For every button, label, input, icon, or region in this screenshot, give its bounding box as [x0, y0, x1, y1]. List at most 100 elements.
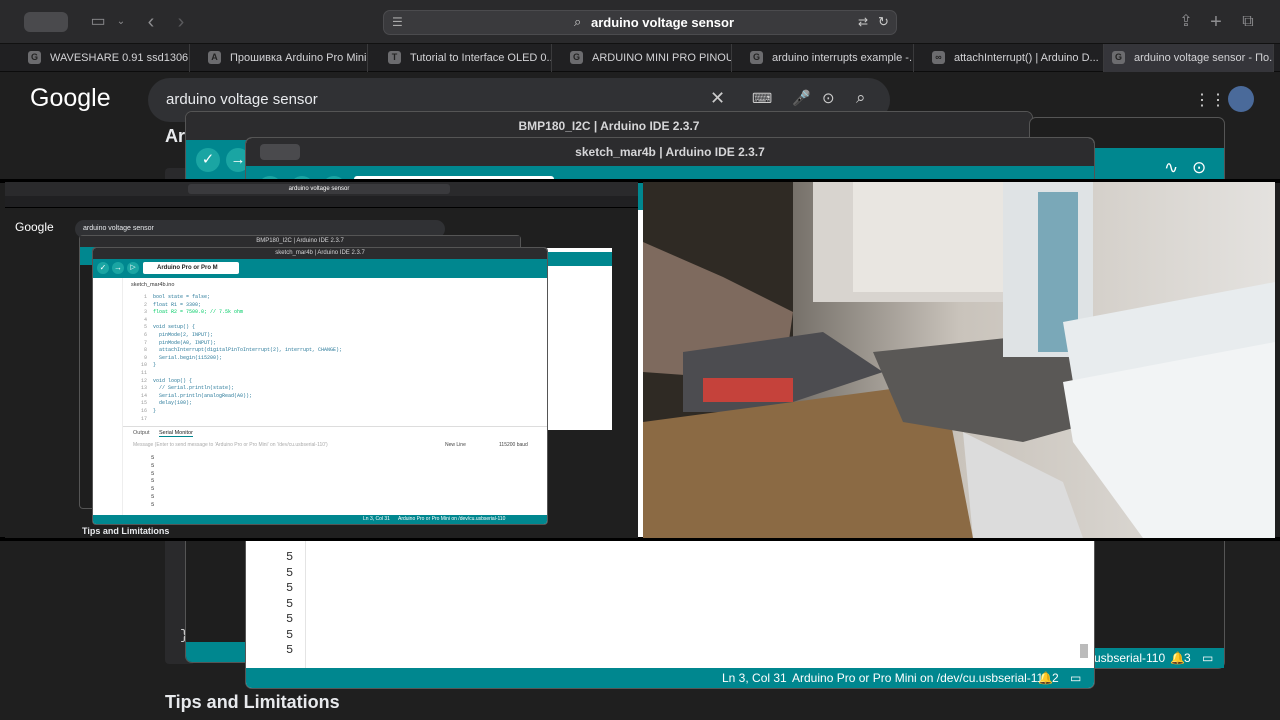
notification-icon[interactable]: 🔔 — [1038, 668, 1053, 688]
line-number: 14 — [140, 392, 147, 399]
line-number: 12 — [140, 377, 147, 384]
serial-monitor-icon[interactable]: ⊙ — [1192, 158, 1206, 178]
line-number: 5 — [143, 324, 147, 331]
line-number: 13 — [140, 385, 147, 392]
google-favicon-icon: G — [1112, 51, 1125, 64]
window-control-pill[interactable] — [260, 144, 300, 160]
line-number: 9 — [143, 354, 147, 361]
code-line: pinMode(2, INPUT); — [153, 332, 214, 338]
serial-line: 5 — [286, 581, 294, 595]
code-line: } — [153, 362, 157, 369]
keyboard-icon[interactable]: ⌨ — [752, 90, 772, 107]
window-title: BMP180_I2C | Arduino IDE 2.3.7 — [186, 112, 1032, 140]
code-line: bool state = false; — [153, 294, 211, 300]
search-icon: ⌕ — [574, 14, 582, 29]
mini-filename: sketch_mar4b.ino — [131, 282, 175, 288]
notification-icon[interactable]: 🔔 — [1170, 648, 1185, 668]
scrollbar-thumb[interactable] — [1080, 644, 1088, 658]
line-number: 17 — [140, 415, 147, 422]
code-line: Serial.println(analogRead(A0)); — [153, 392, 253, 399]
apps-grid-icon[interactable]: ⋮⋮ — [1194, 90, 1226, 110]
code-line: attachInterrupt(digitalPinToInterrupt(2)… — [153, 347, 343, 354]
tab-0[interactable]: G WAVESHARE 0.91 ssd1306 -... — [20, 44, 190, 72]
code-line: } — [153, 408, 157, 414]
line-number: 15 — [140, 400, 147, 407]
line-number: 6 — [143, 332, 147, 338]
line-number: 1 — [143, 294, 147, 300]
tab-bar: G WAVESHARE 0.91 ssd1306 -... A Прошивка A… — [0, 44, 1280, 72]
mini-tips-heading: Tips and Limitations — [82, 526, 170, 536]
cursor-position[interactable]: Ln 3, Col 31 — [722, 668, 787, 688]
mini-toolbar: arduino voltage sensor — [5, 182, 638, 196]
mini-baud: 115200 baud — [499, 442, 528, 448]
mic-icon[interactable]: 🎤 — [792, 89, 811, 107]
new-tab-icon[interactable]: + — [1206, 10, 1226, 34]
tab-6-active[interactable]: Garduino voltage sensor - По... — [1104, 44, 1274, 72]
mini-ide-front: sketch_mar4b | Arduino IDE 2.3.7 ✓ → ▷ A… — [93, 248, 547, 524]
avatar[interactable] — [1228, 86, 1254, 112]
mini-serial-tab: Serial Monitor — [159, 430, 193, 437]
page-menu-icon[interactable]: ☰ — [392, 15, 403, 29]
tab-5[interactable]: ∞ attachInterrupt() | Arduino D... — [924, 44, 1104, 72]
sidebar-toggle-pill[interactable] — [24, 12, 68, 32]
mini-message-input: Message (Enter to send message to 'Ardui… — [133, 442, 328, 448]
google-logo[interactable]: Google — [30, 84, 111, 113]
forward-icon[interactable]: › — [172, 10, 190, 34]
line-number: 11 — [140, 370, 147, 376]
mini-code-editor: 1 bool state = false; 2 float R1 = 3300; 3 fl… — [93, 294, 547, 426]
board-port-status[interactable]: Arduino Pro or Pro Mini on /dev/cu.usbse… — [792, 668, 1050, 688]
tab-1[interactable]: A Прошивка Arduino Pro Mini... — [200, 44, 368, 72]
google-search-query: arduino voltage sensor — [166, 91, 318, 108]
mini-debug-icon: ▷ — [127, 262, 139, 274]
serial-line: 5 — [286, 565, 294, 580]
serial-line: 5 — [286, 550, 294, 564]
verify-icon[interactable]: ✓ — [196, 148, 220, 172]
google-favicon-icon: G — [570, 51, 583, 64]
address-bar[interactable]: ☰ ⌕ arduino voltage sensor ⇄ ↻ — [383, 10, 897, 35]
mini-ide-toolbar: ✓ → ▷ Arduino Pro or Pro M — [93, 259, 547, 278]
code-line: void loop() { — [153, 377, 193, 384]
tab-4[interactable]: Garduino interrupts example -... — [742, 44, 914, 72]
mini-output-tab: Output — [133, 430, 150, 436]
back-icon[interactable]: ‹ — [142, 10, 160, 34]
google-favicon-icon: G — [750, 51, 763, 64]
tab-overview-icon[interactable]: ⧉ — [1238, 10, 1258, 34]
line-number: 8 — [143, 347, 147, 354]
panel-toggle-icon[interactable]: ▭ — [1070, 668, 1081, 688]
line-number: 16 — [140, 408, 147, 414]
mini-line-ending: New Line — [445, 442, 466, 448]
code-line: float R2 = 7500.0; // 7.5k ohm — [153, 309, 244, 316]
favicon-icon: T — [388, 51, 401, 64]
mini-status-bar: Ln 3, Col 31 Arduino Pro or Pro Mini on … — [93, 515, 547, 524]
mini-verify-icon: ✓ — [97, 262, 109, 274]
code-line: void setup() { — [153, 324, 196, 331]
lens-icon[interactable]: ⊙ — [822, 89, 835, 107]
line-number: 4 — [143, 316, 147, 323]
mini-tab-bar — [5, 196, 638, 208]
webcam-video-panel — [643, 182, 1275, 538]
screen: ▭ ⌄ ‹ › ☰ ⌕ arduino voltage sensor ⇄ ↻ ⇪… — [0, 0, 1280, 720]
google-favicon-icon: G — [28, 51, 41, 64]
code-line: Serial.begin(115200); — [153, 354, 223, 361]
clear-icon[interactable]: ✕ — [710, 88, 725, 109]
sidebar-icon[interactable]: ▭ — [88, 10, 108, 34]
line-number: 10 — [140, 362, 147, 369]
tab-2[interactable]: T Tutorial to Interface OLED 0... — [380, 44, 552, 72]
chevron-down-icon[interactable]: ⌄ — [114, 10, 128, 34]
share-icon[interactable]: ⇪ — [1176, 10, 1196, 34]
serial-line: 5 — [286, 596, 294, 611]
line-number: 3 — [143, 309, 147, 316]
code-line: delay(100); — [153, 400, 193, 407]
panel-toggle-icon[interactable]: ▭ — [1202, 648, 1213, 668]
address-text: arduino voltage sensor — [591, 15, 735, 30]
mini-serial-output: 5 5 5 5 5 5 5 — [151, 454, 155, 508]
translate-icon[interactable]: ⇄ — [858, 15, 868, 29]
search-icon[interactable]: ⌕ — [856, 88, 866, 108]
notification-count: 2 — [1052, 671, 1059, 685]
tab-3[interactable]: GARDUINO MINI PRO PINOUT... — [562, 44, 732, 72]
screen-recording-panel: arduino voltage sensor Google arduino vo… — [5, 182, 638, 538]
serial-plotter-icon[interactable]: ∿ — [1164, 158, 1178, 178]
window-title: sketch_mar4b | Arduino IDE 2.3.7 — [246, 138, 1094, 166]
tips-heading: Tips and Limitations — [165, 692, 340, 712]
reload-icon[interactable]: ↻ — [878, 14, 889, 30]
